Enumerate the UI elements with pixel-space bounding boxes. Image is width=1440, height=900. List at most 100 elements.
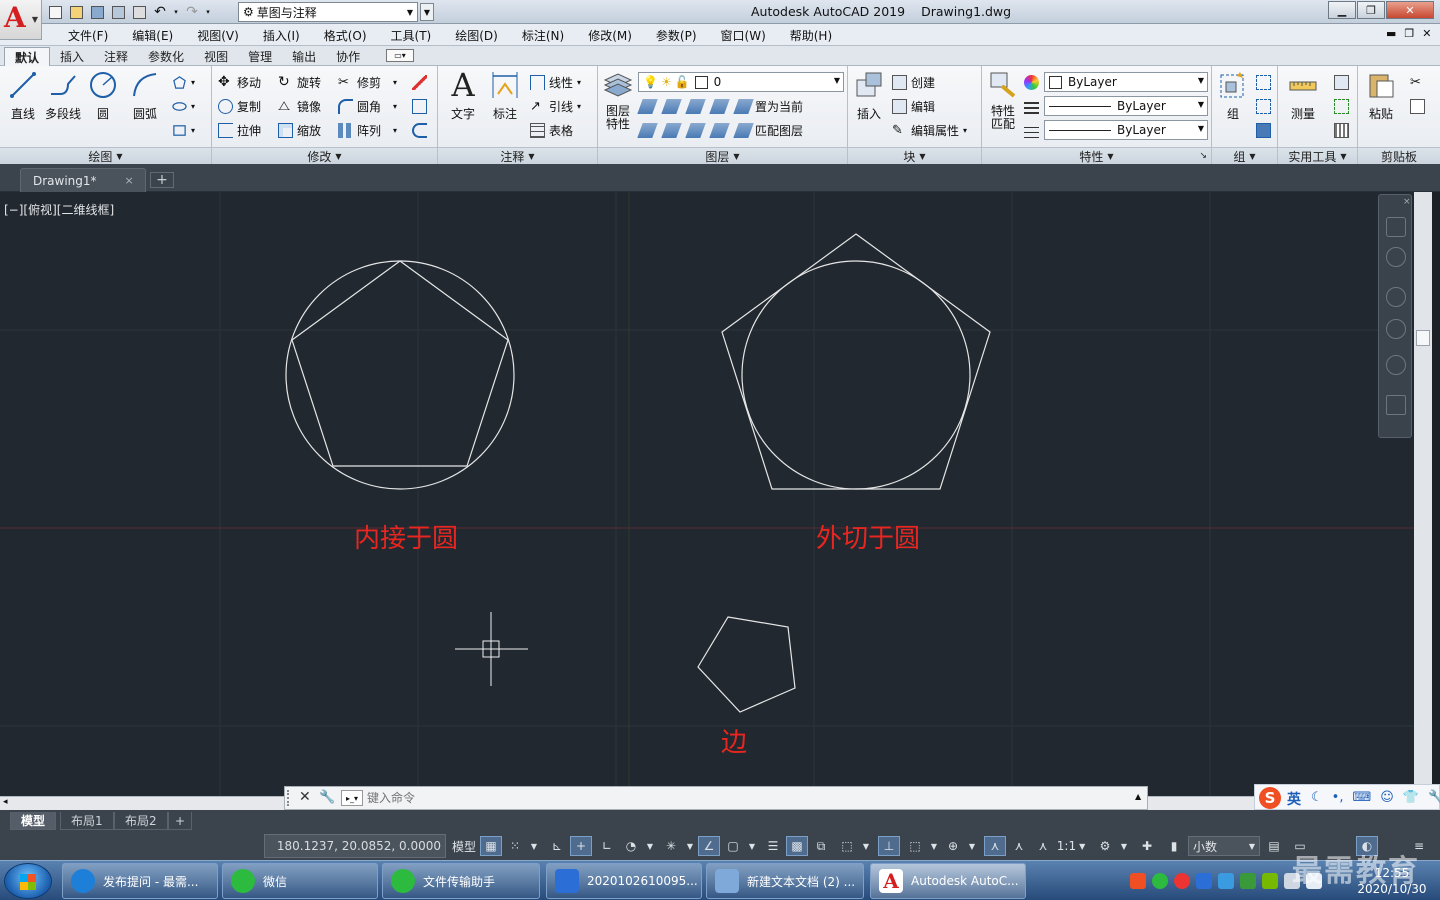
auto-scale-button[interactable]: ⋏ xyxy=(1008,836,1030,856)
layer-freeze-button[interactable] xyxy=(685,96,706,116)
dialog-launcher-icon[interactable]: ↘ xyxy=(1199,151,1207,161)
linear-dim-button[interactable]: 线性 ▾ xyxy=(530,72,581,92)
command-history-toggle[interactable]: ▲ xyxy=(1135,792,1141,801)
network-cube-icon[interactable] xyxy=(1218,873,1234,889)
group-button[interactable]: 组 xyxy=(1214,66,1252,128)
menu-tools[interactable]: 工具(T) xyxy=(379,27,444,44)
vertical-scrollbar[interactable] xyxy=(1414,192,1432,796)
3d-osnap-dropdown[interactable]: ▼ xyxy=(860,836,872,856)
dynamic-ucs-button[interactable]: ⊥ xyxy=(878,836,900,856)
menu-draw[interactable]: 绘图(D) xyxy=(443,27,510,44)
panel-utilities-title[interactable]: 实用工具 ▼ xyxy=(1278,147,1357,164)
start-button[interactable] xyxy=(4,863,52,899)
steering-wheel-icon[interactable] xyxy=(1386,247,1406,267)
lineweight-button[interactable]: ☰ xyxy=(762,836,784,856)
wrench-icon[interactable]: 🔧 xyxy=(319,790,335,805)
layer-unlock-button[interactable] xyxy=(709,120,730,140)
doc-minimize-icon[interactable]: ▬ xyxy=(1386,27,1396,40)
save-button[interactable] xyxy=(88,3,106,21)
weibo-tray-icon[interactable] xyxy=(1174,873,1190,889)
layer-off-button[interactable] xyxy=(637,96,658,116)
pan-hand-icon[interactable] xyxy=(1386,287,1406,307)
redo-button[interactable]: ↷ xyxy=(183,3,201,21)
copy-clip-button[interactable] xyxy=(1410,96,1425,116)
user-icon[interactable]: ☺ xyxy=(1380,790,1394,805)
layer-thaw-button[interactable] xyxy=(685,120,706,140)
security-tray-icon[interactable] xyxy=(1196,873,1212,889)
trim-button[interactable]: ✂ 修剪 ▾ xyxy=(338,72,397,92)
isodraft-dropdown[interactable]: ▼ xyxy=(684,836,696,856)
coordinates-display[interactable]: 180.1237, 20.0852, 0.0000 xyxy=(264,834,446,858)
panel-layers-title[interactable]: 图层 ▼ xyxy=(598,147,847,164)
units-icon-button[interactable]: ▮ xyxy=(1164,836,1184,856)
units-dropdown[interactable]: 小数 ▼ xyxy=(1188,836,1260,856)
taskbar-item-file-transfer[interactable]: 文件传输助手 xyxy=(382,863,540,899)
tab-layout1[interactable]: 布局1 xyxy=(60,812,114,830)
selection-cycling-button[interactable]: ⧉ xyxy=(810,836,832,856)
rotate-button[interactable]: ↻ 旋转 xyxy=(278,72,321,92)
menu-format[interactable]: 格式(O) xyxy=(312,27,379,44)
workspace-switch-button[interactable]: ⚙ xyxy=(1094,836,1116,856)
measure-button[interactable]: 测量 xyxy=(1284,66,1322,128)
linetype-list-button[interactable] xyxy=(1024,96,1039,116)
transparency-button[interactable]: ▩ xyxy=(786,836,808,856)
new-layout-button[interactable]: + xyxy=(168,812,193,830)
taskbar-item-notepad[interactable]: 新建文本文档 (2) ... xyxy=(706,863,864,899)
plot-button[interactable] xyxy=(130,3,148,21)
panel-groups-title[interactable]: 组 ▼ xyxy=(1212,147,1277,164)
table-button[interactable]: 表格 xyxy=(530,120,573,140)
close-icon[interactable]: × xyxy=(125,174,134,187)
3d-osnap-button[interactable]: ⬚ xyxy=(836,836,858,856)
wrench-icon[interactable]: 🔧 xyxy=(1428,790,1440,805)
polar-button[interactable]: ◔ xyxy=(620,836,642,856)
leaf-tray-icon[interactable] xyxy=(1240,873,1256,889)
match-properties-button[interactable]: 特性 匹配 xyxy=(984,66,1022,131)
tab-view[interactable]: 视图 xyxy=(194,47,238,66)
sogou-tray-icon[interactable] xyxy=(1130,873,1146,889)
calculator-button[interactable] xyxy=(1334,120,1349,140)
undo-button[interactable]: ↶ xyxy=(151,3,169,21)
grid-button[interactable]: ▦ xyxy=(480,836,502,856)
array-button[interactable]: 阵列 ▾ xyxy=(338,120,397,140)
ungroup-button[interactable] xyxy=(1256,72,1271,92)
object-snap-tracking-button[interactable]: ∠ xyxy=(698,836,720,856)
new-file-button[interactable] xyxy=(46,3,64,21)
create-block-button[interactable]: 创建 xyxy=(892,72,935,92)
line-button[interactable]: 直线 xyxy=(4,66,42,128)
offset-button[interactable] xyxy=(412,120,427,140)
rectangle-button[interactable]: ▾ xyxy=(172,120,195,140)
menu-parametric[interactable]: 参数(P) xyxy=(644,27,709,44)
selection-filter-dropdown[interactable]: ▼ xyxy=(928,836,940,856)
minimize-button[interactable]: ▁ xyxy=(1328,1,1356,19)
erase-button[interactable] xyxy=(412,72,427,92)
taskbar-item-wechat[interactable]: 微信 xyxy=(222,863,378,899)
menu-insert[interactable]: 插入(I) xyxy=(251,27,312,44)
panel-modify-title[interactable]: 修改 ▼ xyxy=(212,147,437,164)
doc-restore-icon[interactable]: ❐ xyxy=(1404,27,1414,40)
panel-draw-title[interactable]: 绘图 ▼ xyxy=(0,147,211,164)
close-icon[interactable]: ✕ xyxy=(299,789,311,805)
gizmo-dropdown[interactable]: ▼ xyxy=(966,836,978,856)
menu-window[interactable]: 窗口(W) xyxy=(709,27,778,44)
leader-button[interactable]: ↗ 引线 ▾ xyxy=(530,96,581,116)
layer-properties-button[interactable]: 图层 特性 xyxy=(600,66,636,131)
panel-clipboard-title[interactable]: 剪贴板 xyxy=(1358,147,1440,164)
insert-block-button[interactable]: 插入 xyxy=(850,66,888,128)
shirt-icon[interactable]: 👕 xyxy=(1403,790,1419,805)
open-file-button[interactable] xyxy=(67,3,85,21)
group-edit-button[interactable] xyxy=(1256,96,1271,116)
layer-on-button[interactable] xyxy=(637,120,658,140)
save-as-button[interactable] xyxy=(109,3,127,21)
color-dropdown[interactable]: ByLayer ▼ xyxy=(1044,72,1208,92)
command-line-grip[interactable] xyxy=(287,790,295,806)
redo-dropdown[interactable]: ▾ xyxy=(204,3,212,21)
panel-block-title[interactable]: 块 ▼ xyxy=(848,147,981,164)
wechat-tray-icon[interactable] xyxy=(1152,873,1168,889)
lineweight-list-button[interactable] xyxy=(1024,120,1039,140)
arc-button[interactable]: 圆弧 xyxy=(126,66,164,128)
lineweight-dropdown[interactable]: ByLayer ▼ xyxy=(1044,120,1208,140)
polar-dropdown[interactable]: ▼ xyxy=(644,836,656,856)
layer-dropdown[interactable]: 💡 ☀ 🔓 0 ▼ xyxy=(638,72,844,92)
hatch-button[interactable]: ▾ xyxy=(172,96,195,116)
ime-language[interactable]: 英 xyxy=(1287,789,1301,809)
